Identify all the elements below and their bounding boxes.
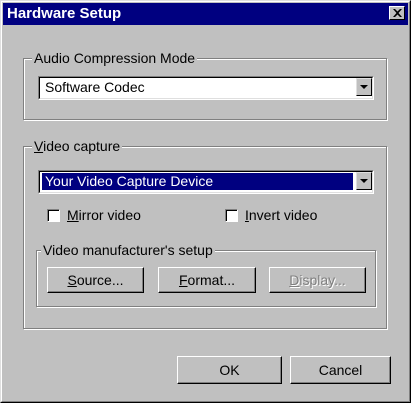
display-button[interactable]: Display...	[269, 267, 366, 293]
audio-codec-value: Software Codec	[45, 79, 145, 95]
manufacturer-setup-label: Video manufacturer's setup	[41, 242, 215, 258]
audio-compression-group: Audio Compression Mode Software Codec	[23, 50, 387, 120]
video-capture-label: Video capture	[32, 138, 123, 154]
close-button[interactable]	[389, 6, 405, 20]
ok-button[interactable]: OK	[177, 356, 282, 384]
video-device-value: Your Video Capture Device	[42, 173, 353, 190]
invert-video-checkbox[interactable]	[225, 209, 238, 222]
source-button[interactable]: Source...	[47, 267, 144, 293]
mirror-video-option[interactable]: Mirror video	[47, 207, 187, 225]
cancel-button[interactable]: Cancel	[290, 356, 391, 384]
close-icon	[393, 9, 402, 17]
hardware-setup-dialog: Hardware Setup Audio Compression Mode So…	[0, 0, 411, 403]
window-title: Hardware Setup	[7, 5, 122, 22]
video-device-select[interactable]: Your Video Capture Device	[38, 170, 374, 194]
chevron-down-icon	[360, 179, 368, 183]
audio-codec-select[interactable]: Software Codec	[38, 76, 374, 100]
mirror-video-checkbox[interactable]	[47, 209, 60, 222]
title-bar[interactable]: Hardware Setup	[3, 3, 408, 25]
invert-video-label: Invert video	[245, 207, 318, 223]
video-device-dropdown-button[interactable]	[356, 172, 372, 190]
format-button[interactable]: Format...	[158, 267, 256, 293]
mirror-video-label: Mirror video	[67, 207, 141, 223]
audio-codec-dropdown-button[interactable]	[356, 78, 372, 96]
video-capture-group: Video capture Your Video Capture Device …	[23, 138, 387, 329]
invert-video-option[interactable]: Invert video	[225, 207, 365, 225]
audio-compression-label: Audio Compression Mode	[32, 50, 198, 66]
manufacturer-setup-group: Video manufacturer's setup Source... For…	[36, 242, 376, 307]
chevron-down-icon	[360, 85, 368, 89]
